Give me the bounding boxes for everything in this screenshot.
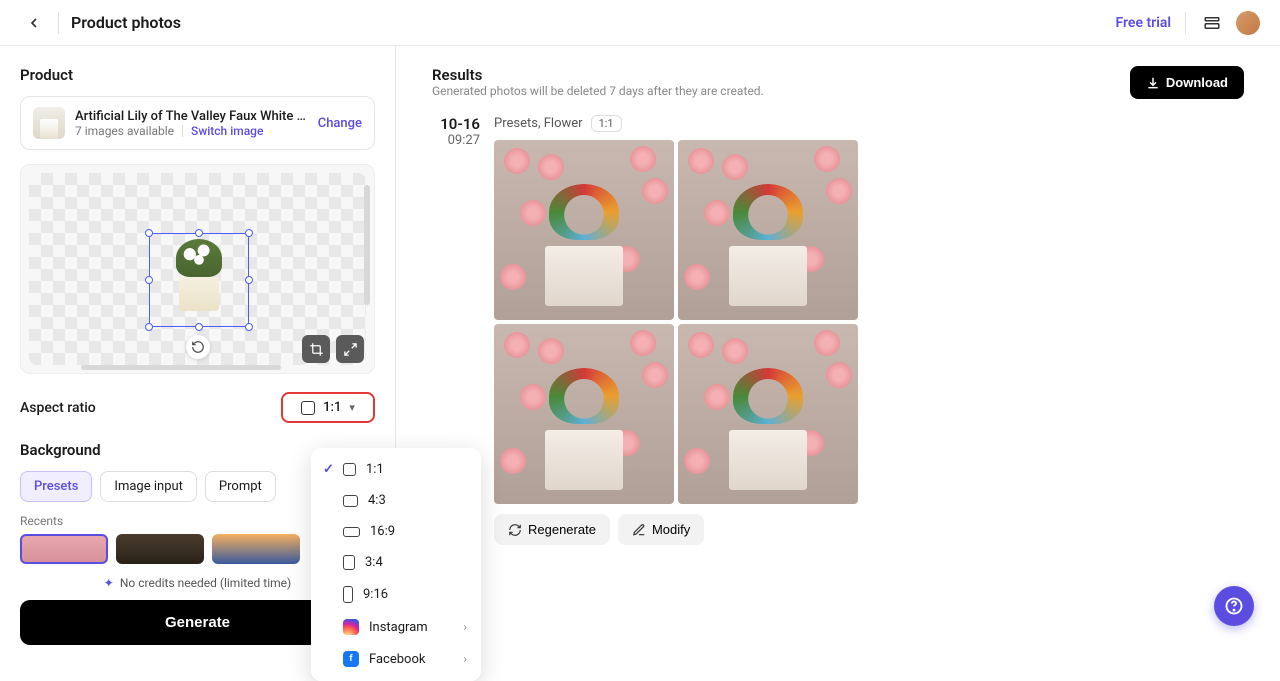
recent-preset-thumb[interactable] — [20, 534, 108, 564]
credits-note-text: No credits needed (limited time) — [120, 576, 291, 590]
recent-preset-thumb[interactable] — [212, 534, 300, 564]
tab-presets[interactable]: Presets — [20, 471, 92, 502]
change-product-link[interactable]: Change — [318, 116, 362, 131]
separator — [1185, 12, 1186, 34]
expand-button[interactable] — [336, 335, 364, 363]
crop-button[interactable] — [302, 335, 330, 363]
expand-icon — [343, 342, 358, 357]
ratio-option-1-1[interactable]: ✓ 1:1 — [311, 454, 481, 485]
ratio-option-3-4[interactable]: 3:4 — [311, 547, 481, 578]
rotate-button[interactable] — [186, 335, 210, 359]
ratio-icon — [343, 495, 358, 507]
resize-handle[interactable] — [245, 323, 253, 331]
ratio-option-16-9[interactable]: 16:9 — [311, 516, 481, 547]
ratio-icon — [343, 555, 355, 570]
resize-handle[interactable] — [145, 276, 153, 284]
modify-label: Modify — [652, 522, 690, 537]
crop-icon — [309, 342, 324, 357]
product-thumbnail — [33, 107, 65, 139]
chevron-right-icon: › — [463, 620, 467, 634]
ratio-icon — [343, 527, 360, 537]
avatar[interactable] — [1236, 11, 1260, 35]
result-tags: Presets, Flower — [494, 116, 583, 131]
aspect-ratio-dropdown: ✓ 1:1 4:3 16:9 3:4 9:16 Inst — [311, 448, 481, 681]
recent-preset-thumb[interactable] — [116, 534, 204, 564]
regenerate-label: Regenerate — [528, 522, 596, 537]
resize-handle[interactable] — [245, 276, 253, 284]
ratio-option-label: 4:3 — [368, 493, 386, 508]
ratio-icon — [343, 586, 353, 603]
ratio-icon — [301, 401, 315, 415]
results-subtitle: Generated photos will be deleted 7 days … — [432, 84, 764, 98]
scrollbar-horizontal[interactable] — [81, 365, 281, 370]
ratio-option-label: Instagram — [369, 620, 428, 635]
back-button[interactable] — [20, 9, 48, 37]
product-section-heading: Product — [20, 66, 375, 84]
tab-image-input[interactable]: Image input — [100, 471, 197, 502]
ratio-option-4-3[interactable]: 4:3 — [311, 485, 481, 516]
resize-handle[interactable] — [195, 229, 203, 237]
check-icon: ✓ — [323, 462, 334, 477]
download-label: Download — [1166, 75, 1228, 90]
instagram-icon — [343, 619, 359, 635]
result-thumbnail[interactable] — [494, 140, 674, 320]
chevron-left-icon — [26, 15, 42, 31]
product-name: Artificial Lily of The Valley Faux White… — [75, 109, 308, 124]
aspect-ratio-label: Aspect ratio — [20, 400, 96, 416]
modify-button[interactable]: Modify — [618, 514, 704, 545]
download-icon — [1146, 76, 1160, 90]
refresh-icon — [508, 523, 522, 537]
help-icon — [1224, 596, 1244, 616]
ratio-option-facebook[interactable]: f Facebook › — [311, 643, 481, 675]
download-button[interactable]: Download — [1130, 66, 1244, 99]
separator — [182, 125, 183, 137]
result-thumbnail[interactable] — [494, 324, 674, 504]
tab-prompt[interactable]: Prompt — [205, 471, 276, 502]
sparkle-icon: ✦ — [104, 576, 114, 590]
chevron-right-icon: › — [463, 652, 467, 666]
resize-handle[interactable] — [145, 323, 153, 331]
image-canvas[interactable] — [20, 164, 375, 374]
queue-icon — [1203, 14, 1221, 32]
regenerate-button[interactable]: Regenerate — [494, 514, 610, 545]
result-thumbnail[interactable] — [678, 140, 858, 320]
resize-handle[interactable] — [195, 323, 203, 331]
resize-handle[interactable] — [245, 229, 253, 237]
chevron-down-icon: ▾ — [349, 401, 355, 414]
ratio-option-label: 16:9 — [370, 524, 395, 539]
selection-box[interactable] — [149, 233, 249, 327]
page-title: Product photos — [71, 13, 181, 32]
ratio-icon — [343, 463, 356, 476]
aspect-ratio-dropdown-button[interactable]: 1:1 ▾ — [281, 392, 375, 423]
help-button[interactable] — [1214, 586, 1254, 626]
rotate-icon — [191, 340, 205, 354]
ratio-option-label: 1:1 — [366, 462, 384, 477]
results-title: Results — [432, 66, 764, 84]
ratio-option-label: Facebook — [369, 652, 425, 667]
edit-icon — [632, 523, 646, 537]
ratio-option-9-16[interactable]: 9:16 — [311, 578, 481, 611]
images-available: 7 images available — [75, 124, 174, 138]
ratio-option-label: 9:16 — [363, 587, 388, 602]
product-card: Artificial Lily of The Valley Faux White… — [20, 96, 375, 150]
ratio-option-instagram[interactable]: Instagram › — [311, 611, 481, 643]
free-trial-link[interactable]: Free trial — [1115, 15, 1171, 31]
switch-image-link[interactable]: Switch image — [191, 124, 263, 138]
scrollbar-vertical[interactable] — [364, 185, 370, 305]
ratio-badge: 1:1 — [591, 115, 622, 132]
resize-handle[interactable] — [145, 229, 153, 237]
result-thumbnail[interactable] — [678, 324, 858, 504]
result-time: 09:27 — [432, 133, 480, 148]
queue-icon-button[interactable] — [1198, 9, 1226, 37]
facebook-icon: f — [343, 651, 359, 667]
result-date: 10-16 — [432, 115, 480, 133]
ratio-option-label: 3:4 — [365, 555, 383, 570]
separator — [58, 12, 59, 34]
aspect-ratio-value: 1:1 — [323, 400, 341, 415]
